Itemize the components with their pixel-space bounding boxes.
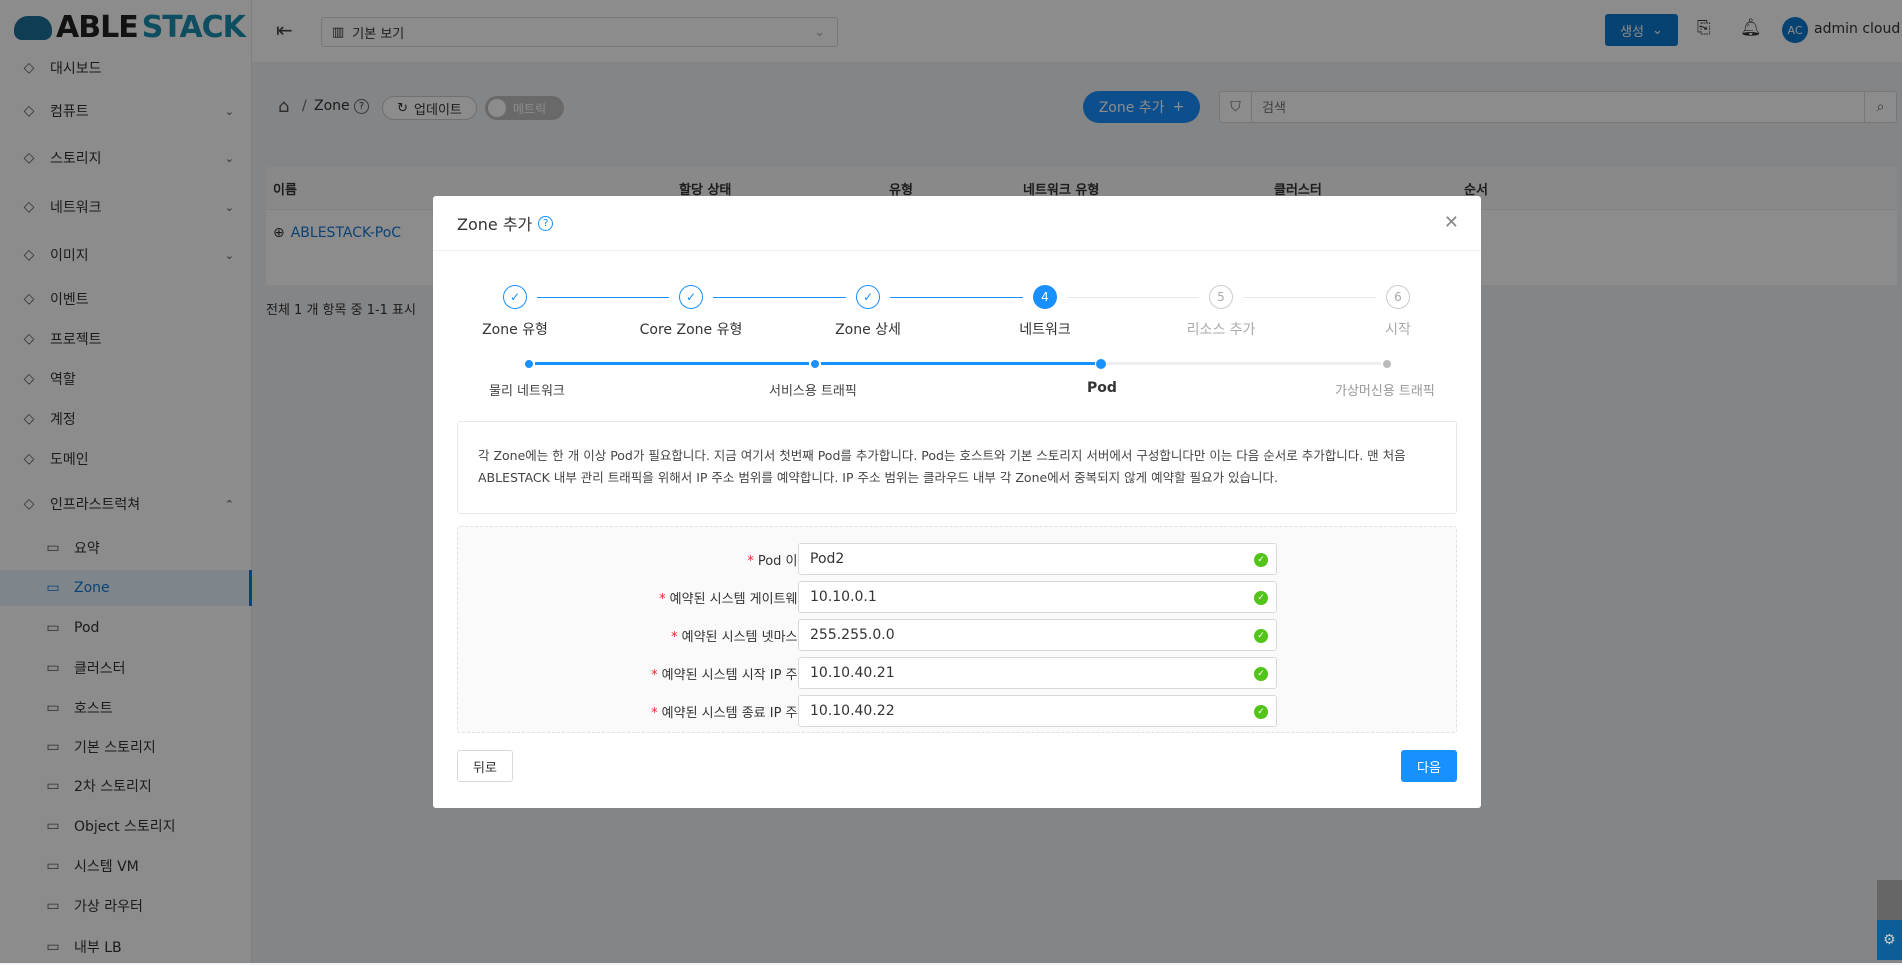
substep-label: Pod (1087, 380, 1117, 396)
form-row: * 예약된 시스템 넷마스크 :255.255.0.0 ✓ (458, 619, 1458, 651)
help-icon[interactable]: ? (538, 215, 554, 231)
field-input[interactable]: 10.10.40.21 ✓ (798, 657, 1277, 689)
field-label: * 예약된 시스템 게이트웨이 : (659, 592, 818, 607)
field-value: 255.255.0.0 (810, 627, 895, 643)
field-value: 10.10.40.21 (810, 665, 895, 681)
step-label: 시작 (1385, 322, 1411, 338)
form-row: * Pod 이름 : Pod2 ✓ (458, 543, 1458, 575)
wizard-step: ✓ Zone 유형 (435, 285, 595, 339)
step-number: 4 (1033, 285, 1057, 309)
field-input[interactable]: 10.10.40.22 ✓ (798, 695, 1277, 727)
step-label: Zone 유형 (482, 322, 548, 338)
substep-label: 서비스용 트래픽 (769, 384, 857, 399)
check-icon: ✓ (503, 285, 527, 309)
field-value: Pod2 (810, 551, 845, 567)
info-box: 각 Zone에는 한 개 이상 Pod가 필요합니다. 지금 여기서 첫번째 P… (457, 421, 1457, 514)
add-zone-modal: Zone 추가? ✕ ✓ Zone 유형 ✓ Core Zone 유형 ✓ Zone 상세… (433, 196, 1481, 808)
step-number: 5 (1209, 285, 1233, 309)
substep-dot (1383, 360, 1391, 368)
field-label: * 예약된 시스템 종료 IP 주소 : (651, 706, 818, 721)
field-input[interactable]: 255.255.0.0 ✓ (798, 619, 1277, 651)
substep-connector (821, 362, 1095, 365)
check-icon: ✓ (856, 285, 880, 309)
form-row: * 예약된 시스템 게이트웨이 :10.10.0.1 ✓ (458, 581, 1458, 613)
check-circle-icon: ✓ (1254, 667, 1268, 681)
field-label: * 예약된 시스템 시작 IP 주소 : (651, 668, 818, 683)
check-circle-icon: ✓ (1254, 591, 1268, 605)
wizard-step: ✓ Zone 상세 (788, 285, 948, 339)
substep-connector (1107, 362, 1381, 365)
step-label: 네트워크 (1019, 322, 1071, 338)
wizard-step: 5 리소스 추가 (1141, 285, 1301, 339)
next-button[interactable]: 다음 (1401, 750, 1457, 782)
step-label: 리소스 추가 (1186, 322, 1256, 338)
step-label: Zone 상세 (835, 322, 901, 338)
step-label: Core Zone 유형 (639, 322, 743, 338)
close-icon[interactable]: ✕ (1444, 212, 1459, 233)
substep-dot (811, 360, 819, 368)
wizard-step: 6 시작 (1318, 285, 1478, 339)
field-input[interactable]: 10.10.0.1 ✓ (798, 581, 1277, 613)
check-icon: ✓ (679, 285, 703, 309)
side-tool-button[interactable] (1877, 880, 1902, 920)
pod-form: * Pod 이름 : Pod2 ✓ * 예약된 시스템 게이트웨이 :10.10.0.1 ✓… (457, 526, 1457, 733)
substep-label: 가상머신용 트래픽 (1335, 384, 1435, 399)
form-row: * 예약된 시스템 시작 IP 주소 :10.10.40.21 ✓ (458, 657, 1458, 689)
field-value: 10.10.40.22 (810, 703, 895, 719)
modal-title: Zone 추가 (457, 215, 533, 234)
field-input[interactable]: Pod2 ✓ (798, 543, 1277, 575)
check-circle-icon: ✓ (1254, 629, 1268, 643)
step-number: 6 (1386, 285, 1410, 309)
back-button[interactable]: 뒤로 (457, 750, 513, 782)
substep-connector (535, 362, 809, 365)
substep-dot (525, 360, 533, 368)
field-label: * 예약된 시스템 넷마스크 : (671, 630, 818, 645)
modal-header: Zone 추가? (433, 196, 1481, 251)
form-row: * 예약된 시스템 종료 IP 주소 :10.10.40.22 ✓ (458, 695, 1458, 727)
settings-gear-icon[interactable]: ⚙ (1877, 920, 1902, 960)
wizard-step: 4 네트워크 (965, 285, 1125, 339)
substep-dot (1096, 359, 1106, 369)
check-circle-icon: ✓ (1254, 553, 1268, 567)
substep-label: 물리 네트워크 (489, 384, 565, 399)
wizard-step: ✓ Core Zone 유형 (611, 285, 771, 339)
check-circle-icon: ✓ (1254, 705, 1268, 719)
field-value: 10.10.0.1 (810, 589, 877, 605)
